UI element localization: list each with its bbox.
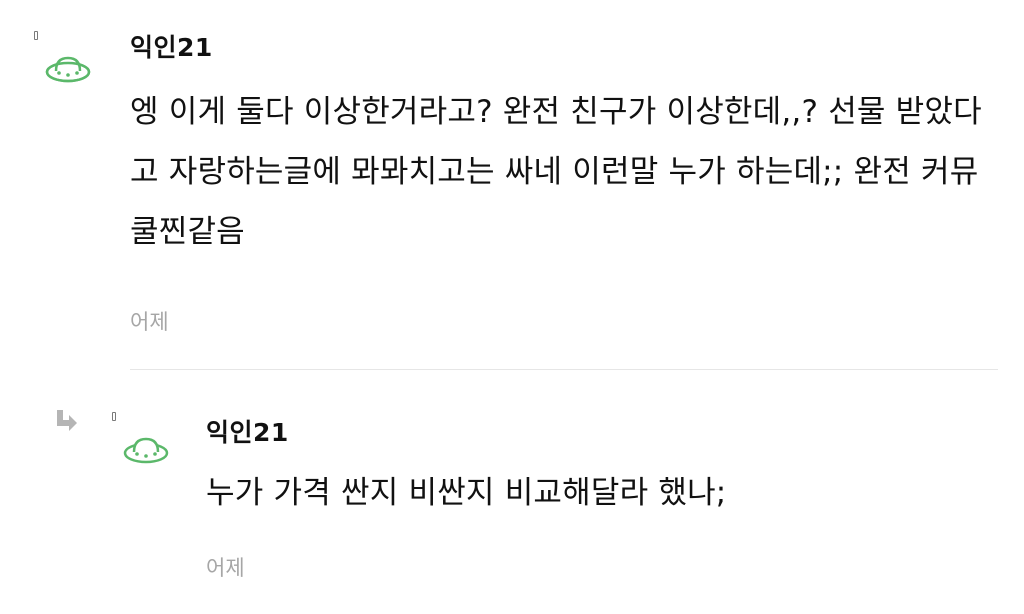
ufo-icon xyxy=(123,437,169,464)
reply-arrow-icon xyxy=(57,410,77,431)
comment-author[interactable]: 익인21 xyxy=(130,28,213,64)
comment-divider xyxy=(130,369,998,370)
comment-time: 어제 xyxy=(206,556,245,580)
comment-marker-icon xyxy=(34,31,38,40)
comment-text: 엥 이게 둘다 이상한거라고? 완전 친구가 이상한데,,? 선물 받았다고 자… xyxy=(130,94,982,250)
ufo-icon xyxy=(45,56,91,83)
comment-marker-icon xyxy=(112,412,116,421)
comment-author[interactable]: 익인21 xyxy=(206,413,289,449)
comment-time: 어제 xyxy=(130,310,169,334)
comment-text: 누가 가격 싼지 비싼지 비교해달라 했나; xyxy=(206,475,727,511)
